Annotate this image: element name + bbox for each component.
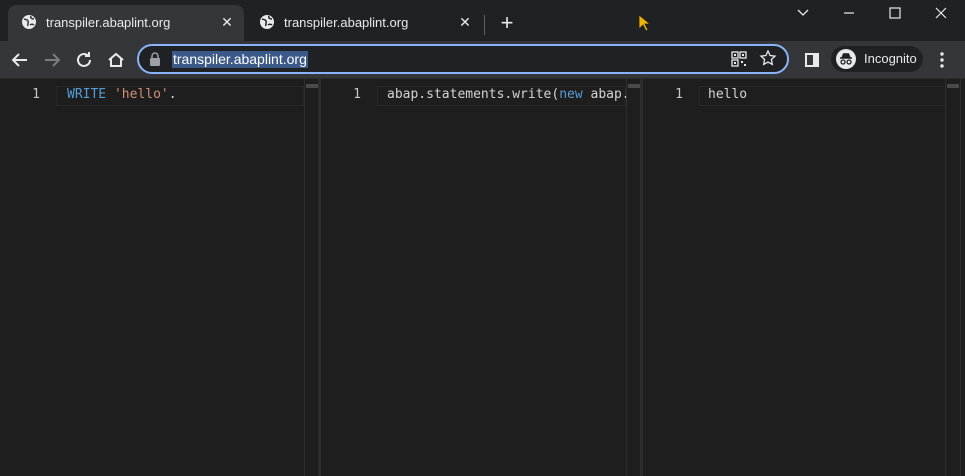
tab-search-button[interactable]: [780, 0, 826, 30]
arrow-left-icon: [11, 53, 27, 67]
vertical-scrollbar[interactable]: [945, 79, 961, 476]
address-bar[interactable]: transpiler.abaplint.org: [137, 44, 789, 74]
arrow-right-icon: [45, 53, 61, 67]
string-token: 'hello': [113, 87, 169, 102]
source-editor[interactable]: 1 WRITE 'hello'.: [0, 79, 320, 476]
incognito-badge[interactable]: Incognito: [831, 46, 923, 72]
page-content: 1 WRITE 'hello'. 1 abap.statements.write…: [0, 78, 965, 476]
lock-icon[interactable]: [149, 52, 161, 66]
close-icon: [935, 7, 947, 19]
minimize-button[interactable]: [826, 0, 872, 30]
side-panel-button[interactable]: [798, 46, 826, 74]
side-panel-icon: [805, 53, 819, 67]
tab-title: transpiler.abaplint.org: [284, 15, 409, 30]
incognito-label: Incognito: [864, 51, 917, 66]
maximize-button[interactable]: [872, 0, 918, 30]
close-tab-icon[interactable]: ✕: [456, 13, 474, 31]
minimize-icon: [844, 12, 854, 14]
mouse-cursor-icon: [638, 14, 652, 32]
tab-separator: [484, 15, 485, 35]
keyword-token: new: [559, 87, 583, 102]
qr-code-icon[interactable]: [731, 51, 747, 67]
url-text[interactable]: transpiler.abaplint.org: [172, 51, 308, 68]
maximize-icon: [889, 7, 901, 19]
tab-1[interactable]: transpiler.abaplint.org ✕: [8, 5, 244, 41]
tab-2[interactable]: transpiler.abaplint.org ✕: [246, 5, 482, 41]
globe-icon: [22, 15, 36, 29]
incognito-icon: [836, 49, 856, 69]
keyword-token: WRITE: [67, 87, 107, 102]
star-icon[interactable]: [759, 49, 777, 67]
line-number: 1: [675, 87, 683, 102]
code-token: abap.ty: [590, 87, 627, 102]
scrollbar-thumb[interactable]: [628, 84, 640, 88]
forward-button[interactable]: [38, 46, 66, 74]
globe-icon: [260, 15, 274, 29]
browser-toolbar: transpiler.abaplint.org Incognito: [0, 41, 965, 78]
line-number: 1: [353, 87, 361, 102]
code-line[interactable]: WRITE 'hello'.: [67, 87, 177, 102]
output-text[interactable]: hello: [708, 87, 747, 102]
close-window-button[interactable]: [918, 0, 964, 30]
tab-strip: transpiler.abaplint.org ✕ transpiler.aba…: [0, 0, 965, 41]
reload-icon: [77, 52, 91, 67]
menu-button[interactable]: [928, 46, 956, 74]
more-vert-icon: [940, 52, 944, 68]
scrollbar-thumb[interactable]: [947, 84, 959, 88]
chevron-down-icon: [797, 9, 809, 16]
close-tab-icon[interactable]: ✕: [218, 13, 236, 31]
reload-button[interactable]: [70, 46, 98, 74]
new-tab-button[interactable]: +: [496, 12, 518, 34]
output-editor[interactable]: 1 hello: [643, 79, 965, 476]
tab-title: transpiler.abaplint.org: [46, 15, 171, 30]
punctuation-token: .: [168, 87, 177, 102]
transpiled-editor[interactable]: 1 abap.statements.write(new abap.ty: [321, 79, 642, 476]
home-icon: [108, 52, 124, 67]
home-button[interactable]: [102, 46, 130, 74]
code-line[interactable]: abap.statements.write(new abap.ty: [387, 87, 627, 102]
code-token: abap.statements.write(: [387, 87, 560, 102]
scrollbar-thumb[interactable]: [306, 84, 318, 88]
line-number: 1: [32, 87, 40, 102]
back-button[interactable]: [6, 46, 34, 74]
